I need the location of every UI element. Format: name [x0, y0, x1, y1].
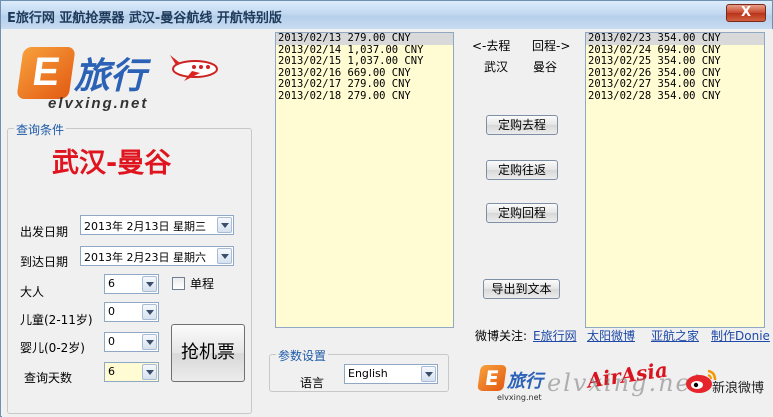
- elvxing-watermark: elvxing.net: [547, 369, 704, 397]
- chevron-down-icon[interactable]: [142, 304, 157, 320]
- client-area: E 旅行 elvxing.net 查询条件 武汉-曼谷 出发日期 2013年 2…: [2, 29, 773, 417]
- chevron-down-icon[interactable]: [142, 276, 157, 292]
- return-fare-list[interactable]: 2013/02/23 354.00 CNY 2013/02/24 694.00 C…: [585, 32, 765, 328]
- chevron-down-icon[interactable]: [421, 366, 436, 382]
- weibo-link-donie[interactable]: 制作Donie: [711, 327, 770, 344]
- logo-url: elvxing.net: [48, 95, 149, 112]
- return-fare-item[interactable]: 2013/02/25 354.00 CNY: [586, 55, 764, 68]
- outbound-fare-item[interactable]: 2013/02/13 279.00 CNY: [276, 32, 453, 45]
- sina-weibo-label[interactable]: 新浪微博: [712, 377, 764, 396]
- return-fare-item[interactable]: 2013/02/28 354.00 CNY: [586, 90, 764, 103]
- child-select[interactable]: 0: [104, 302, 159, 322]
- book-return-button[interactable]: 定购回程: [486, 203, 558, 223]
- outbound-fare-item[interactable]: 2013/02/15 1,037.00 CNY: [276, 55, 453, 68]
- book-roundtrip-button[interactable]: 定购往返: [486, 160, 558, 180]
- depart-date-label: 出发日期: [20, 225, 69, 239]
- close-button[interactable]: X: [726, 4, 766, 22]
- depart-date-value: 2013年 2月13日 星期三: [84, 220, 206, 233]
- query-group-label: 查询条件: [14, 121, 67, 138]
- language-label: 语言: [300, 376, 325, 390]
- weibo-link-taiyang[interactable]: 太阳微博: [587, 327, 635, 344]
- small-logo-e-mark: E: [477, 365, 507, 391]
- depart-date-picker[interactable]: 2013年 2月13日 星期三: [80, 215, 234, 235]
- child-label: 儿童(2-11岁): [20, 313, 93, 327]
- child-value: 0: [108, 305, 115, 318]
- weibo-link-airasia-home[interactable]: 亚航之家: [651, 327, 699, 344]
- oneway-checkbox[interactable]: [172, 277, 185, 290]
- arrive-date-label: 到达日期: [20, 255, 69, 269]
- title-bar[interactable]: E旅行网 亚航抢票器 武汉-曼谷航线 开航特别版 X: [1, 1, 772, 29]
- small-logo-url: elvxing.net: [497, 393, 542, 402]
- params-group-label: 参数设置: [276, 347, 329, 364]
- logo-text: 旅行: [74, 55, 147, 97]
- return-fare-item[interactable]: 2013/02/27 354.00 CNY: [586, 78, 764, 91]
- chevron-down-icon[interactable]: [217, 248, 232, 264]
- days-label: 查询天数: [24, 371, 73, 385]
- grab-ticket-button[interactable]: 抢机票: [171, 324, 245, 382]
- adult-label: 大人: [20, 285, 45, 299]
- adult-select[interactable]: 6: [104, 274, 159, 294]
- language-value: English: [348, 367, 388, 380]
- return-direction-label: 回程->: [532, 39, 571, 53]
- weibo-follow-label: 微博关注:: [475, 329, 528, 343]
- infant-value: 0: [108, 335, 115, 348]
- from-city-label: 武汉: [484, 60, 509, 74]
- return-fare-item[interactable]: 2013/02/23 354.00 CNY: [586, 32, 764, 45]
- arrive-date-picker[interactable]: 2013年 2月23日 星期六: [80, 246, 234, 266]
- outbound-fare-item[interactable]: 2013/02/18 279.00 CNY: [276, 90, 453, 103]
- chevron-down-icon[interactable]: [142, 334, 157, 350]
- language-select[interactable]: English: [344, 364, 438, 384]
- outbound-direction-label: <-去程: [472, 39, 511, 53]
- infant-select[interactable]: 0: [104, 332, 159, 352]
- export-text-button[interactable]: 导出到文本: [483, 279, 560, 299]
- chevron-down-icon[interactable]: [142, 364, 157, 380]
- days-select[interactable]: 6: [104, 362, 159, 382]
- to-city-label: 曼谷: [533, 60, 558, 74]
- airplane-icon: [170, 55, 218, 81]
- oneway-label[interactable]: 单程: [190, 275, 214, 292]
- app-window: E旅行网 亚航抢票器 武汉-曼谷航线 开航特别版 X E 旅行 elvxing.…: [0, 0, 773, 417]
- chevron-down-icon[interactable]: [217, 217, 232, 233]
- outbound-fare-item[interactable]: 2013/02/17 279.00 CNY: [276, 78, 453, 91]
- logo-e-mark: E: [16, 47, 76, 99]
- book-outbound-button[interactable]: 定购去程: [486, 115, 558, 135]
- arrive-date-value: 2013年 2月23日 星期六: [84, 251, 206, 264]
- route-title: 武汉-曼谷: [52, 148, 172, 179]
- window-title: E旅行网 亚航抢票器 武汉-曼谷航线 开航特别版: [7, 11, 282, 26]
- weibo-link-elvxing[interactable]: E旅行网: [533, 327, 577, 344]
- elvxing-logo: E 旅行 elvxing.net: [16, 45, 248, 117]
- adult-value: 6: [108, 277, 115, 290]
- days-value: 6: [108, 365, 115, 378]
- outbound-fare-list[interactable]: 2013/02/13 279.00 CNY 2013/02/14 1,037.00…: [275, 32, 454, 328]
- infant-label: 婴儿(0-2岁): [20, 341, 85, 355]
- small-logo-text: 旅行: [507, 371, 543, 392]
